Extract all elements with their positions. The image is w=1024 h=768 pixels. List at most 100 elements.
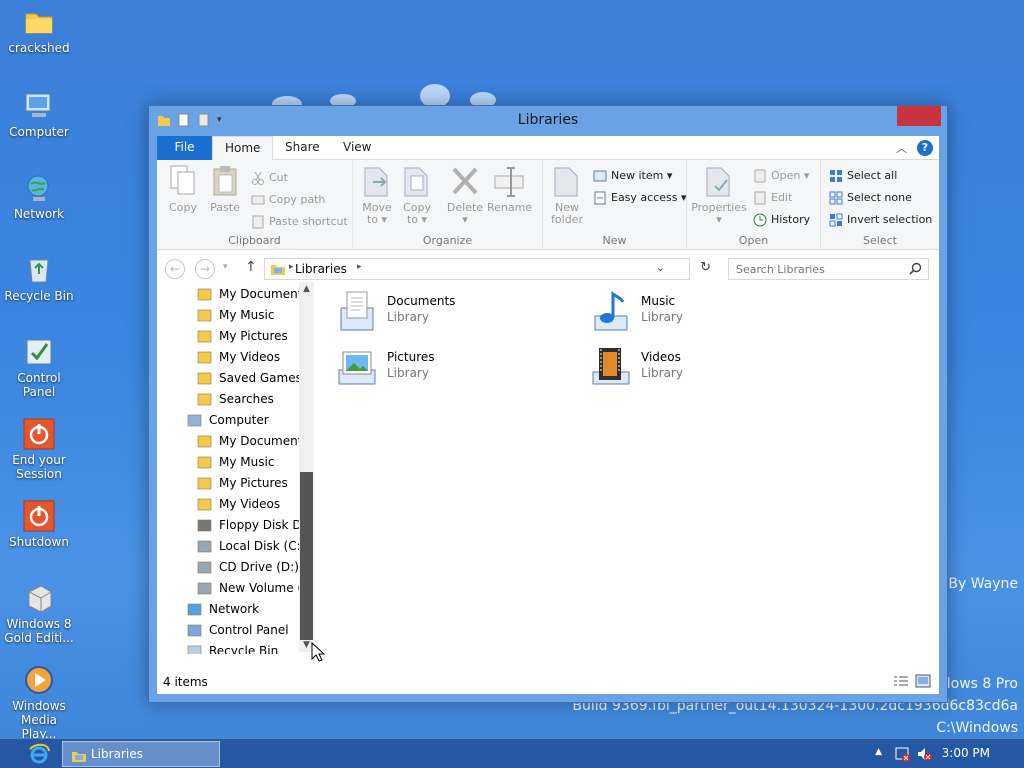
power-icon — [23, 500, 55, 532]
tab-share[interactable]: Share — [273, 136, 332, 160]
installer-icon — [23, 582, 55, 614]
desktop-icon-control-panel[interactable]: Control Panel — [2, 336, 76, 399]
scroll-thumb[interactable] — [300, 472, 313, 640]
nav-item-label: My Documents — [219, 287, 309, 301]
search-input[interactable] — [729, 259, 899, 279]
edit-button[interactable]: Edit — [751, 188, 792, 208]
library-pictures[interactable]: Pictures Library — [333, 344, 553, 396]
desktop-icon-shutdown[interactable]: Shutdown — [2, 500, 76, 549]
move-to-button[interactable]: Move to ▾ — [355, 164, 399, 226]
nav-item-label: My Videos — [219, 497, 281, 511]
show-hidden-icons-icon[interactable]: ▲ — [875, 747, 882, 757]
help-icon[interactable]: ? — [917, 140, 933, 156]
invert-selection-button[interactable]: Invert selection — [827, 210, 932, 230]
action-center-icon[interactable] — [894, 746, 910, 765]
recycle-bin-icon — [23, 254, 55, 286]
desktop-icon-label: Windows 8 Gold Editi... — [4, 617, 74, 645]
library-documents[interactable]: Documents Library — [333, 288, 553, 340]
title-bar[interactable]: ▾ Libraries — [149, 106, 947, 136]
select-all-icon — [829, 169, 843, 183]
media-player-icon — [23, 664, 55, 696]
chevron-down-icon[interactable]: ⌄ — [656, 261, 665, 274]
taskbar: Libraries ▲ 3:00 PM — [0, 738, 1024, 768]
libraries-icon — [270, 262, 286, 279]
new-item-button[interactable]: New item ▾ — [591, 166, 672, 186]
recycle-bin-icon — [187, 644, 202, 654]
details-view-icon[interactable] — [893, 675, 909, 692]
library-music[interactable]: Music Library — [587, 288, 807, 340]
copy-path-button[interactable]: Copy path — [249, 190, 325, 210]
forward-button[interactable]: → — [195, 259, 215, 279]
breadcrumb-libraries[interactable]: Libraries — [295, 262, 347, 276]
select-none-icon — [829, 191, 843, 205]
videos-library-icon — [587, 344, 635, 392]
history-icon — [753, 213, 767, 227]
mouse-cursor-icon — [311, 641, 326, 665]
select-group: Select all Select none Invert selection … — [821, 160, 939, 250]
rename-button[interactable]: Rename — [487, 164, 532, 214]
paste-shortcut-button[interactable]: Paste shortcut — [249, 212, 348, 232]
library-videos[interactable]: Videos Library — [587, 344, 807, 396]
copy-button[interactable]: Copy — [161, 164, 205, 214]
desktop-icon-windows8-gold[interactable]: Windows 8 Gold Editi... — [2, 582, 76, 645]
new-folder-icon — [551, 164, 583, 198]
control-panel-icon — [23, 336, 55, 368]
back-button[interactable]: ← — [165, 259, 185, 279]
item-count: 4 items — [163, 675, 208, 689]
easy-access-button[interactable]: Easy access ▾ — [591, 188, 687, 208]
properties-button[interactable]: Properties ▾ — [689, 164, 749, 226]
tab-home[interactable]: Home — [212, 136, 274, 161]
computer-icon — [187, 413, 202, 428]
nav-item-label: My Videos — [219, 350, 281, 364]
searches-icon — [197, 392, 212, 407]
volume-icon — [197, 581, 212, 596]
paste-button[interactable]: Paste — [203, 164, 247, 214]
desktop-icon-crackshed[interactable]: crackshed — [2, 6, 76, 55]
move-to-icon — [361, 164, 393, 198]
refresh-icon[interactable]: ↻ — [700, 260, 711, 275]
scroll-up-arrow[interactable]: ▲ — [299, 282, 314, 296]
tab-view[interactable]: View — [331, 136, 383, 160]
invert-selection-icon — [829, 213, 843, 227]
documents-library-icon — [333, 288, 381, 336]
cut-button[interactable]: Cut — [249, 168, 288, 188]
select-all-button[interactable]: Select all — [827, 166, 897, 186]
desktop-icon-computer[interactable]: Computer — [2, 90, 76, 139]
close-button[interactable] — [897, 106, 941, 126]
nav-scrollbar[interactable]: ▲ ▼ — [299, 282, 314, 652]
address-field[interactable]: ▸ Libraries ▸ ⌄ ↻ — [264, 258, 711, 280]
desktop-icon-label: crackshed — [8, 41, 70, 55]
desktop-icon-network[interactable]: Network — [2, 172, 76, 221]
internet-explorer-icon[interactable] — [28, 743, 50, 768]
clock[interactable]: 3:00 PM — [942, 746, 990, 760]
tab-file[interactable]: File — [157, 136, 212, 160]
nav-item-label: Saved Games — [219, 371, 302, 385]
history-button[interactable]: History — [751, 210, 810, 230]
desktop-icon-label: Windows Media Play... — [12, 699, 66, 741]
desktop-icon-end-session[interactable]: End your Session — [2, 418, 76, 481]
desktop-icon-label: Network — [13, 207, 65, 221]
folder-icon — [23, 6, 55, 38]
taskbar-item-libraries[interactable]: Libraries — [62, 741, 220, 767]
chevron-up-icon[interactable]: ︿ — [896, 140, 907, 156]
nav-item-label: Local Disk (C:) — [219, 539, 306, 553]
libraries-icon — [71, 747, 87, 768]
open-button[interactable]: Open ▾ — [751, 166, 809, 186]
recent-locations-icon[interactable]: ▾ — [223, 262, 228, 272]
large-icons-view-icon[interactable] — [915, 674, 931, 691]
new-folder-button[interactable]: New folder — [545, 164, 589, 226]
copy-icon — [167, 164, 199, 198]
select-none-button[interactable]: Select none — [827, 188, 912, 208]
search-box[interactable] — [728, 258, 929, 280]
cd-drive-icon — [197, 560, 212, 575]
search-icon[interactable] — [909, 262, 922, 278]
organize-group: Move to ▾ Copy to ▾ Delete ▾ Rename Orga… — [353, 160, 543, 250]
up-arrow-icon[interactable]: ↑ — [245, 259, 257, 275]
rename-icon — [493, 164, 525, 198]
copy-to-button[interactable]: Copy to ▾ — [395, 164, 439, 226]
volume-muted-icon[interactable] — [916, 746, 932, 765]
nav-item-label: Searches — [219, 392, 274, 406]
desktop-icon-media-player[interactable]: Windows Media Play... — [2, 664, 76, 741]
desktop-icon-recycle-bin[interactable]: Recycle Bin — [2, 254, 76, 303]
delete-button[interactable]: Delete ▾ — [443, 164, 487, 226]
